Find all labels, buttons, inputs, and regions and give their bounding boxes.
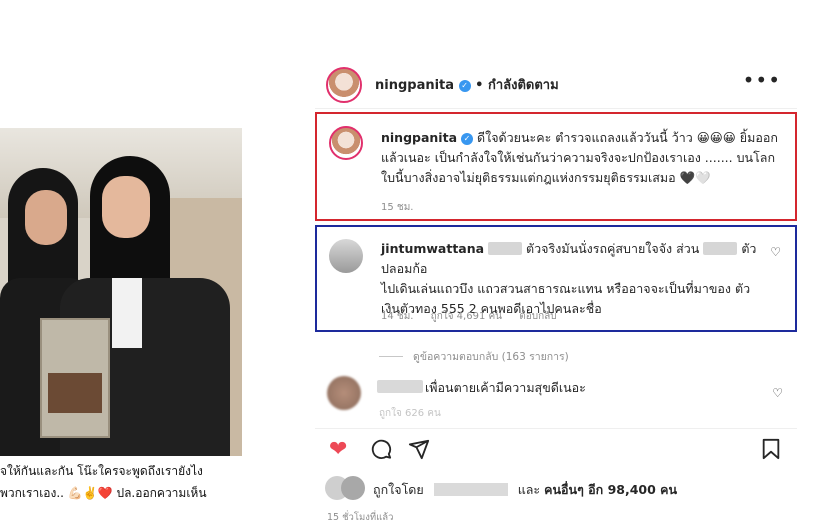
more-options-icon[interactable]: ••• [743,68,781,92]
comment-like-heart-icon[interactable]: ♡ [770,245,781,259]
left-caption: จให้กันและกัน โน๊ะใครจะพูดถึงเรายังไง พว… [0,460,250,504]
left-caption-line2: พวกเราเอง.. 💪🏻✌️❤️ ปล.ออกความเห็น [0,486,207,500]
caption-line3: ใบนี้บางสิ่งอาจไม่ยุติธรรมแต่กฎแห่งกรรมย… [381,170,711,185]
author-username-text[interactable]: ningpanita [375,78,454,93]
post-header: ningpanita ✓ • กำลังติดตาม ••• [315,58,797,108]
person-left-face [25,190,67,245]
likes-middle: และ [517,482,541,497]
verified-badge-icon: ✓ [458,80,471,92]
redacted-name [488,242,523,255]
follow-status[interactable]: • กำลังติดตาม [475,78,559,93]
comment-likes[interactable]: ถูกใจ 4,691 คน [431,311,502,322]
instagram-post-panel: ningpanita ✓ • กำลังติดตาม ••• ningpanit… [315,58,797,527]
redacted-username [377,380,423,393]
post-photo [0,128,242,456]
redacted-name [703,242,738,255]
comment-text: jintumwattana ตัวจริงมันนั่งรถคู่สบายใจจ… [381,239,761,319]
header-divider [315,108,797,109]
likes-summary: ถูกใจโดย และ คนอื่นๆ อีก 98,400 คน [315,476,797,502]
comment-time: 14 ชม. [381,311,414,322]
heart-icon[interactable]: ❤ [329,438,347,462]
replies-dash [379,356,403,357]
posted-ago: 15 ชั่วโมงที่แล้ว [327,512,394,523]
comment-highlight-box: jintumwattana ตัวจริงมันนั่งรถคู่สบายใจจ… [315,225,797,332]
person-right-shirt [112,278,142,348]
author-avatar[interactable] [326,67,362,103]
commenter-2-avatar[interactable] [327,376,361,410]
comment-line2: ไปเดินเล่นแถวบึง แถวสวนสาธารณะแทน หรืออา… [381,281,751,296]
actions-divider [315,428,797,429]
comment-bubble-icon[interactable] [370,438,392,465]
liker-avatar[interactable] [341,476,365,500]
caption-username[interactable]: ningpanita [381,130,457,145]
verified-badge-icon: ✓ [461,133,473,145]
view-replies-link[interactable]: ดูข้อความตอบกลับ (163 รายการ) [379,348,569,365]
caption-line2: แล้วเนอะ เป็นกำลังใจให้เช่นกันว่าความจริ… [381,150,776,165]
post-actions-bar: ❤ [315,436,797,470]
comment-line1: ตัวจริงมันนั่งรถคู่สบายใจจัง ส่วน [526,241,700,256]
likes-prefix: ถูกใจโดย [373,482,424,497]
bookmark-icon[interactable] [761,438,781,465]
comment-2-meta: ถูกใจ 626 คน [379,408,441,419]
redacted-liker [433,483,508,496]
comment-2: เพื่อนตายเค้ามีความสุขดีเนอะ ♡ ถูกใจ 626… [315,374,797,424]
person-right-face [102,176,150,238]
author-username[interactable]: ningpanita ✓ • กำลังติดตาม [375,74,559,95]
caption-highlight-box: ningpanita ✓ ดีใจด้วยนะคะ ตำรวจแถลงแล้วว… [315,112,797,221]
comment-meta: 14 ชม. ถูกใจ 4,691 คน ตอบกลับ [381,309,571,324]
gift-box-contents [48,373,102,413]
view-replies-text[interactable]: ดูข้อความตอบกลับ (163 รายการ) [413,351,569,363]
comment-reply-button[interactable]: ตอบกลับ [519,311,556,322]
likes-others[interactable]: คนอื่นๆ อีก 98,400 คน [544,482,677,497]
comment-2-like-heart-icon[interactable]: ♡ [772,386,783,400]
paper-plane-icon[interactable] [408,438,430,465]
caption-line1: ดีใจด้วยนะคะ ตำรวจแถลงแล้ววันนี้ ว้าว 😀😀… [476,130,778,145]
commenter-username[interactable]: jintumwattana [381,241,484,256]
left-caption-line1: จให้กันและกัน โน๊ะใครจะพูดถึงเรายังไง [0,464,203,478]
commenter-avatar[interactable] [329,239,363,273]
caption-author-avatar[interactable] [329,126,363,160]
comment-2-text: เพื่อนตายเค้ามีความสุขดีเนอะ [425,380,586,395]
caption-time: 15 ชม. [381,202,414,213]
post-caption: ningpanita ✓ ดีใจด้วยนะคะ ตำรวจแถลงแล้วว… [381,128,781,188]
